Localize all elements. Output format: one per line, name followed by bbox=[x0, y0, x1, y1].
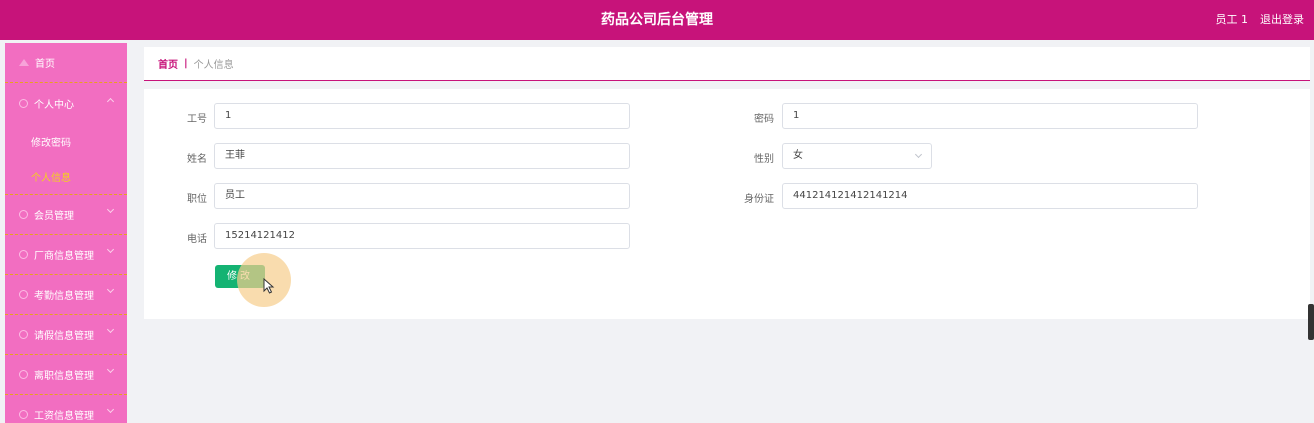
top-bar: 药品公司后台管理 员工 1 退出登录 bbox=[0, 0, 1314, 40]
chevron-down-icon bbox=[106, 325, 115, 334]
user-icon bbox=[19, 98, 28, 108]
name-input[interactable]: 王菲 bbox=[214, 143, 630, 169]
sidebar-item-label: 会员管理 bbox=[34, 211, 74, 222]
sidebar-item-label: 个人中心 bbox=[34, 99, 74, 111]
breadcrumb-current: 个人信息 bbox=[193, 60, 234, 71]
chevron-down-icon bbox=[106, 365, 115, 374]
chevron-down-icon bbox=[106, 205, 115, 214]
gender-label: 性别 bbox=[754, 154, 774, 165]
sidebar-item-member-mgmt[interactable]: 会员管理 bbox=[5, 195, 127, 235]
app-title: 药品公司后台管理 bbox=[601, 12, 713, 28]
sidebar-item-vendor-mgmt[interactable]: 厂商信息管理 bbox=[5, 235, 127, 275]
chevron-up-icon bbox=[106, 97, 115, 106]
sidebar-subitem-change-password[interactable]: 修改密码 bbox=[5, 123, 127, 159]
sidebar: 首页 个人中心 修改密码 个人信息 会员管理 厂商信息管理 考勤信息管理 请假信… bbox=[5, 43, 127, 423]
sidebar-item-personal-center[interactable]: 个人中心 bbox=[5, 83, 127, 123]
job-no-input[interactable]: 1 bbox=[214, 103, 630, 129]
job-no-label: 工号 bbox=[187, 114, 207, 125]
password-label: 密码 bbox=[754, 114, 774, 125]
password-input[interactable]: 1 bbox=[782, 103, 1198, 129]
position-input[interactable]: 员工 bbox=[214, 183, 630, 209]
current-user: 员工 1 bbox=[1215, 13, 1249, 26]
home-icon bbox=[19, 59, 29, 66]
name-label: 姓名 bbox=[187, 154, 207, 165]
chevron-down-icon bbox=[106, 285, 115, 294]
sidebar-item-label: 请假信息管理 bbox=[34, 331, 94, 342]
gender-value: 女 bbox=[793, 150, 803, 161]
breadcrumb-home[interactable]: 首页 bbox=[158, 56, 178, 71]
mouse-cursor-icon bbox=[263, 278, 275, 294]
attendance-icon bbox=[19, 290, 28, 299]
breadcrumb: 首页 | 个人信息 bbox=[144, 47, 1310, 81]
vendor-icon bbox=[19, 250, 28, 259]
sidebar-item-resign-mgmt[interactable]: 离职信息管理 bbox=[5, 355, 127, 395]
sidebar-item-label: 考勤信息管理 bbox=[34, 291, 94, 302]
id-card-input[interactable]: 441214121412141214 bbox=[782, 183, 1198, 209]
sidebar-item-salary-mgmt[interactable]: 工资信息管理 bbox=[5, 395, 127, 423]
chevron-down-icon bbox=[914, 150, 923, 159]
resign-icon bbox=[19, 370, 28, 379]
sidebar-item-label: 离职信息管理 bbox=[34, 371, 94, 382]
sidebar-item-leave-mgmt[interactable]: 请假信息管理 bbox=[5, 315, 127, 355]
sidebar-item-attendance-mgmt[interactable]: 考勤信息管理 bbox=[5, 275, 127, 315]
sidebar-subitem-personal-info[interactable]: 个人信息 bbox=[5, 159, 127, 195]
phone-input[interactable]: 15214121412 bbox=[214, 223, 630, 249]
logout-link[interactable]: 退出登录 bbox=[1260, 0, 1304, 40]
scrollbar-handle[interactable] bbox=[1308, 304, 1314, 340]
salary-icon bbox=[19, 410, 28, 419]
breadcrumb-separator: | bbox=[184, 58, 188, 69]
gender-select[interactable]: 女 bbox=[782, 143, 932, 169]
sidebar-item-label: 首页 bbox=[35, 59, 55, 70]
position-label: 职位 bbox=[187, 194, 207, 205]
sidebar-item-home[interactable]: 首页 bbox=[5, 43, 127, 83]
leave-icon bbox=[19, 330, 28, 339]
member-icon bbox=[19, 210, 28, 219]
sidebar-item-label: 厂商信息管理 bbox=[34, 251, 94, 262]
id-card-label: 身份证 bbox=[744, 194, 774, 205]
sidebar-item-label: 工资信息管理 bbox=[34, 411, 94, 422]
phone-label: 电话 bbox=[187, 234, 207, 245]
chevron-down-icon bbox=[106, 405, 115, 414]
chevron-down-icon bbox=[106, 245, 115, 254]
